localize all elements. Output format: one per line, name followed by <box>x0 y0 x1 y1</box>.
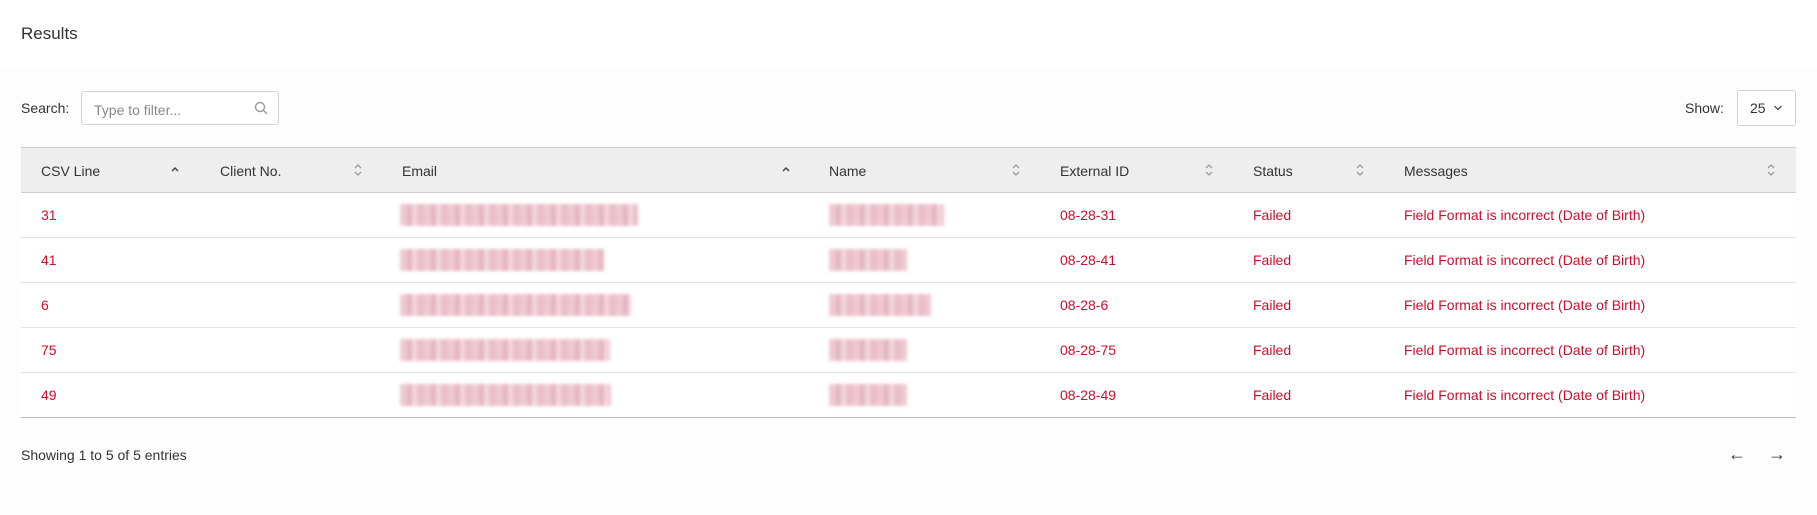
status-cell: Failed <box>1253 252 1292 268</box>
show-label: Show: <box>1685 100 1724 116</box>
page-title: Results <box>21 24 78 43</box>
table-toolbar: Search: Show: 25 <box>0 70 1817 148</box>
sort-asc-icon[interactable] <box>170 163 180 177</box>
external-id-cell: 08-28-75 <box>1060 342 1117 358</box>
page-size-select[interactable]: 25 <box>1737 90 1796 126</box>
status-cell: Failed <box>1253 342 1292 358</box>
table-row[interactable]: 6 08-28-6 Failed Field Format is incorrect … <box>21 283 1796 328</box>
name-cell-redacted <box>829 249 907 271</box>
csv-line-cell: 31 <box>41 207 57 223</box>
external-id-cell: 08-28-31 <box>1060 207 1117 223</box>
prev-page-button[interactable]: ← <box>1728 444 1746 465</box>
column-header-label: Status <box>1253 163 1293 179</box>
message-cell: Field Format is incorrect (Date of Birth… <box>1404 207 1646 223</box>
page-size-value: 25 <box>1750 100 1766 116</box>
next-page-button[interactable]: → <box>1768 444 1786 465</box>
status-cell: Failed <box>1253 297 1292 313</box>
sort-icon[interactable] <box>353 163 363 177</box>
message-cell: Field Format is incorrect (Date of Birth… <box>1404 342 1646 358</box>
name-cell-redacted <box>829 339 907 361</box>
message-cell: Field Format is incorrect (Date of Birth… <box>1404 252 1646 268</box>
entries-info: Showing 1 to 5 of 5 entries <box>21 447 187 463</box>
name-cell-redacted <box>829 384 907 406</box>
table-row[interactable]: 31 08-28-31 Failed Field Format is incorrec… <box>21 193 1796 238</box>
email-cell-redacted <box>400 294 631 316</box>
name-cell-redacted <box>829 294 931 316</box>
column-header-label: Messages <box>1404 163 1468 179</box>
column-header-label: Client No. <box>220 163 282 179</box>
column-header-label: Email <box>402 163 438 179</box>
external-id-cell: 08-28-6 <box>1060 297 1109 313</box>
message-cell: Field Format is incorrect (Date of Birth… <box>1404 297 1646 313</box>
table-row[interactable]: 41 08-28-41 Failed Field Format is incorrec… <box>21 238 1796 283</box>
sort-asc-icon[interactable] <box>781 163 791 177</box>
csv-line-cell: 49 <box>41 387 57 403</box>
results-table: CSV Line Client No. Email Name External ID St… <box>21 147 1796 418</box>
name-cell-redacted <box>829 204 944 226</box>
column-header-label: Name <box>829 163 867 179</box>
table-row[interactable]: 75 08-28-75 Failed Field Format is incorrec… <box>21 328 1796 373</box>
email-cell-redacted <box>400 339 610 361</box>
sort-icon[interactable] <box>1204 163 1214 177</box>
sort-icon[interactable] <box>1011 163 1021 177</box>
column-header-label: CSV Line <box>41 163 101 179</box>
search-label: Search: <box>21 100 70 116</box>
external-id-cell: 08-28-41 <box>1060 252 1117 268</box>
message-cell: Field Format is incorrect (Date of Birth… <box>1404 387 1646 403</box>
email-cell-redacted <box>400 204 638 226</box>
sort-icon[interactable] <box>1766 163 1776 177</box>
csv-line-cell: 75 <box>41 342 57 358</box>
email-cell-redacted <box>400 249 604 271</box>
table-row[interactable]: 49 08-28-49 Failed Field Format is incorrec… <box>21 373 1796 417</box>
results-header: Results <box>0 0 1817 70</box>
column-header-label: External ID <box>1060 163 1130 179</box>
search-input[interactable] <box>92 100 246 120</box>
chevron-down-icon <box>1774 105 1782 111</box>
sort-icon[interactable] <box>1355 163 1365 177</box>
email-cell-redacted <box>400 384 611 406</box>
csv-line-cell: 6 <box>41 297 49 313</box>
status-cell: Failed <box>1253 387 1292 403</box>
search-icon[interactable] <box>254 101 268 115</box>
table-body: 31 08-28-31 Failed Field Format is incorrec… <box>21 193 1796 417</box>
search-box[interactable] <box>81 91 279 125</box>
status-cell: Failed <box>1253 207 1292 223</box>
csv-line-cell: 41 <box>41 252 57 268</box>
table-header: CSV Line Client No. Email Name External ID St… <box>21 148 1796 193</box>
external-id-cell: 08-28-49 <box>1060 387 1117 403</box>
